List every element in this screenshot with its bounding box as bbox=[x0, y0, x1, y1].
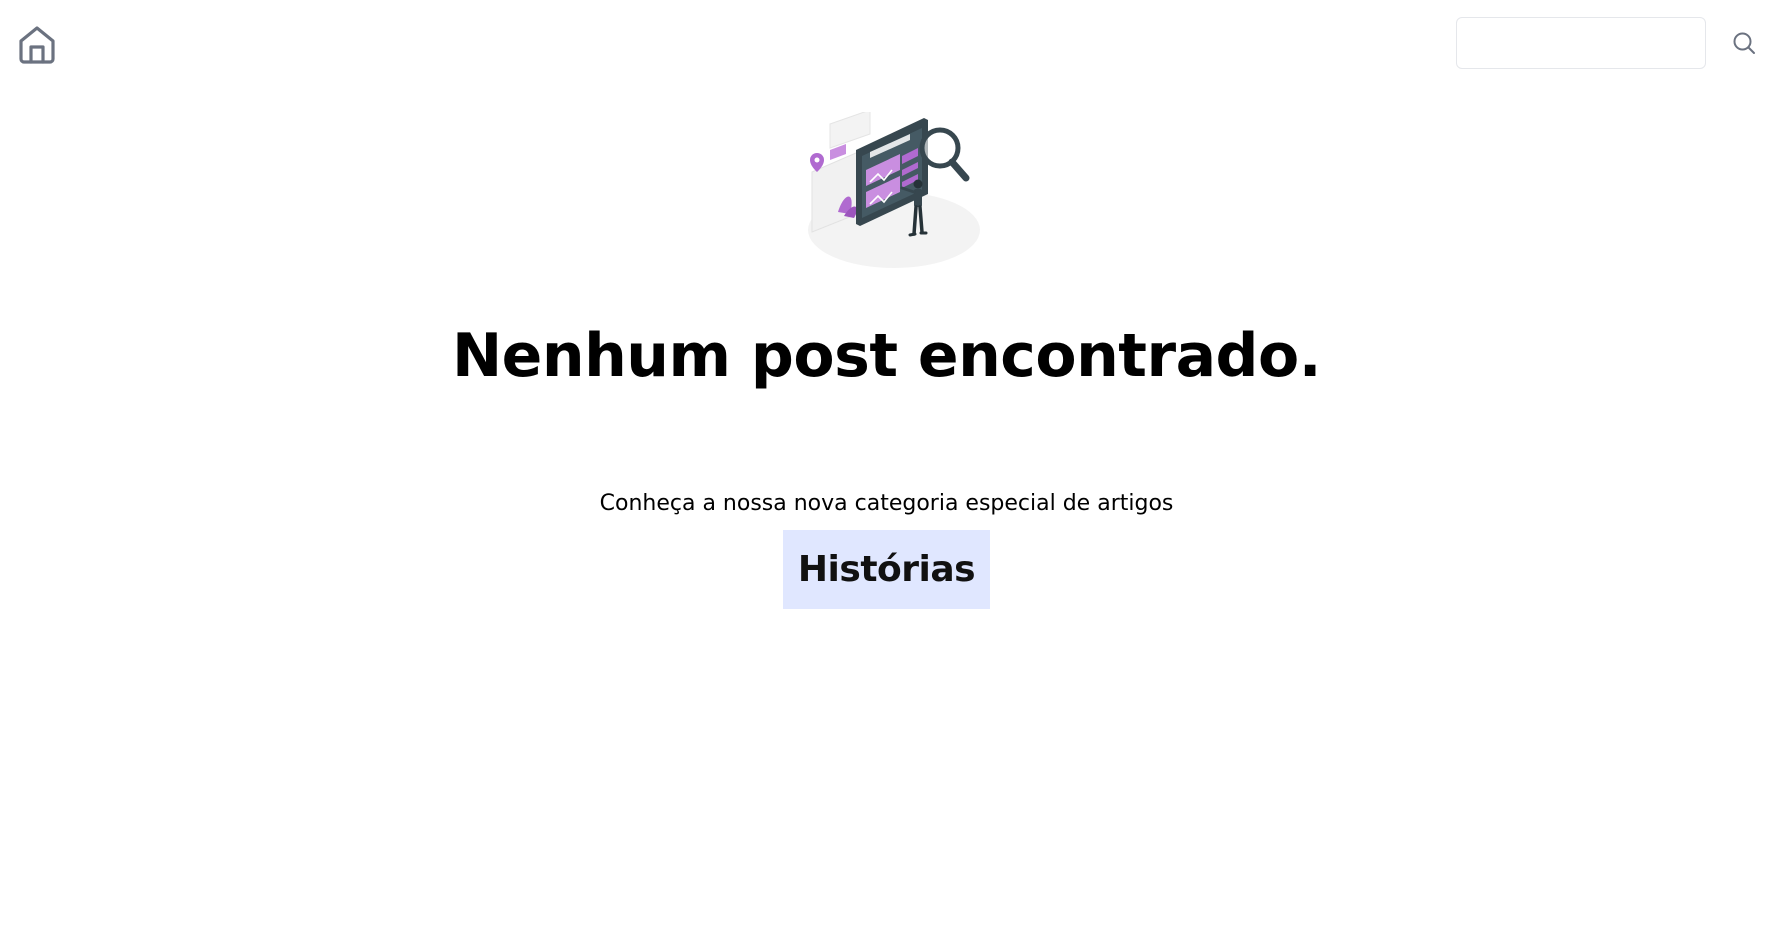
search-illustration bbox=[800, 109, 984, 270]
category-link-historias[interactable]: Histórias bbox=[782, 530, 991, 609]
top-bar bbox=[0, 0, 1773, 90]
category-link-wrapper: Histórias bbox=[0, 530, 1773, 609]
category-intro-text: Conheça a nossa nova categoria especial … bbox=[599, 491, 1174, 516]
search-input[interactable] bbox=[1456, 17, 1706, 69]
page-title: Nenhum post encontrado. bbox=[451, 321, 1322, 391]
search-button[interactable] bbox=[1731, 30, 1757, 56]
home-icon bbox=[19, 26, 55, 64]
page: Nenhum post encontrado. Conheça a nossa … bbox=[0, 0, 1773, 948]
search-icon bbox=[1733, 32, 1755, 54]
search-box bbox=[1456, 17, 1706, 69]
home-link[interactable] bbox=[17, 24, 57, 66]
